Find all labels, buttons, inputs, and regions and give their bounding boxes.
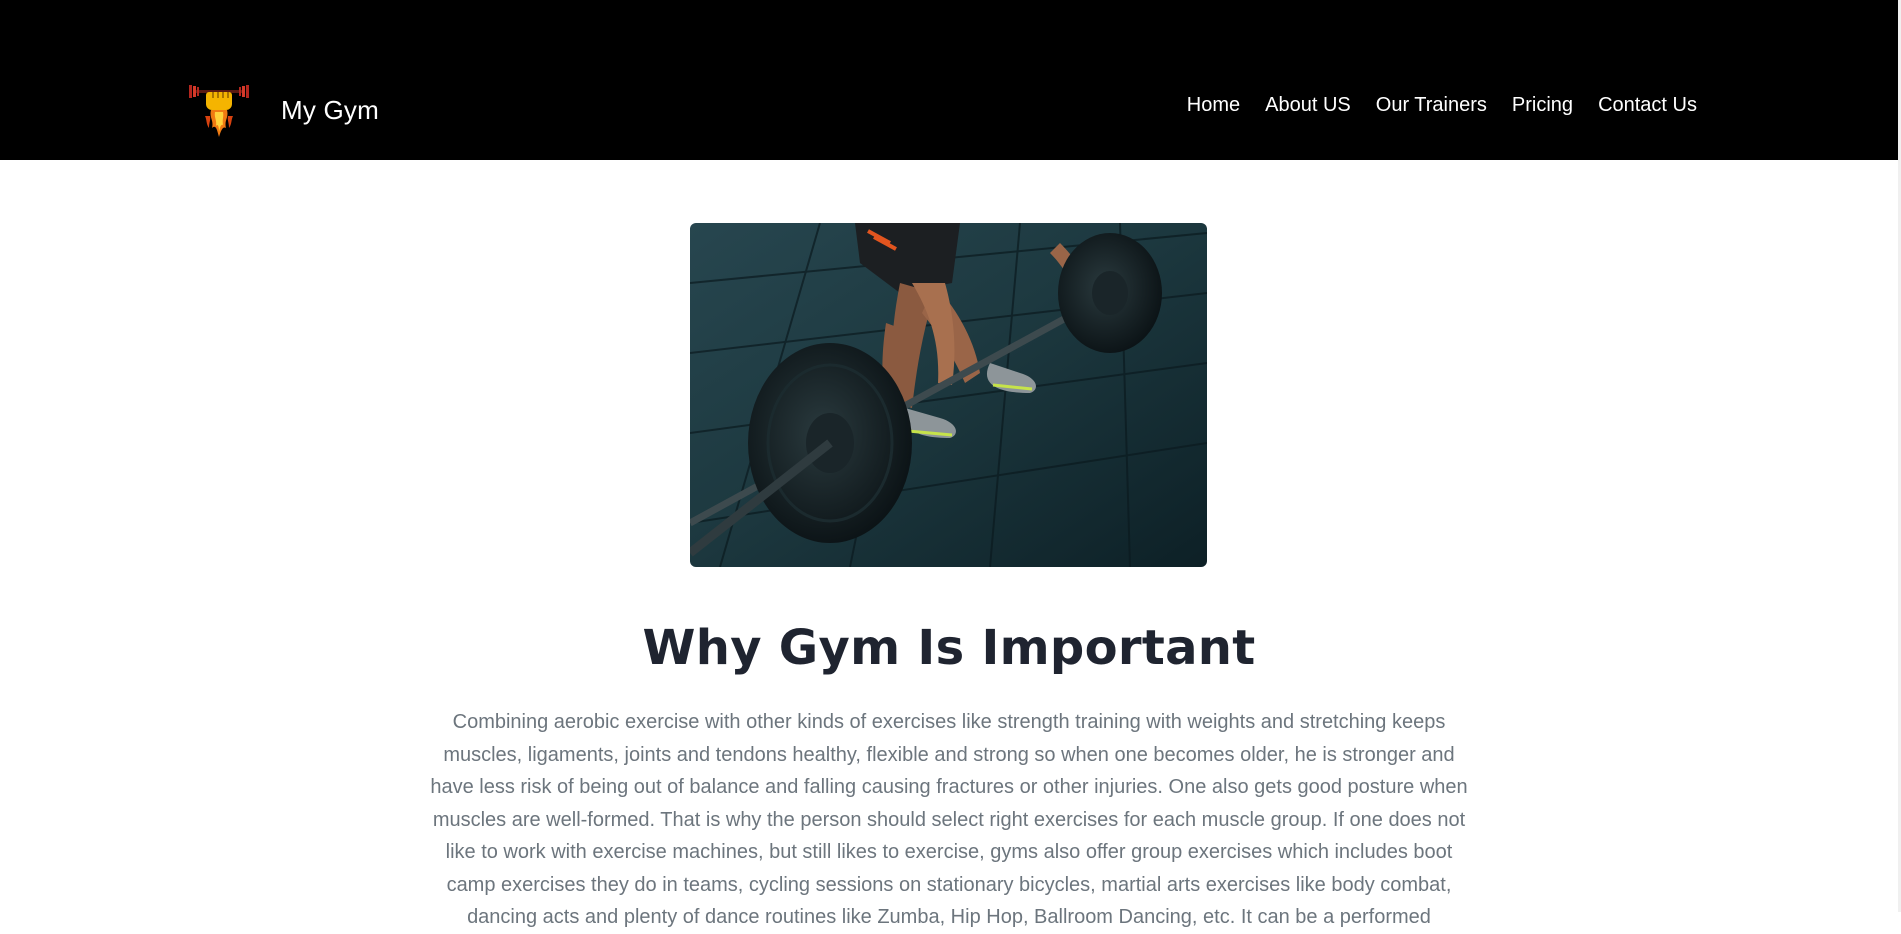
main-navigation: Home About US Our Trainers Pricing Conta… xyxy=(1174,90,1697,120)
top-navbar: My Gym Home About US Our Trainers Pricin… xyxy=(0,0,1898,160)
nav-link-home[interactable]: Home xyxy=(1174,90,1252,120)
brand-link[interactable]: My Gym xyxy=(187,82,379,138)
nav-link-contact-us[interactable]: Contact Us xyxy=(1586,90,1697,120)
nav-link-our-trainers[interactable]: Our Trainers xyxy=(1363,90,1499,120)
nav-link-pricing[interactable]: Pricing xyxy=(1499,90,1585,120)
brand-name: My Gym xyxy=(281,94,379,125)
section-title: Why Gym Is Important xyxy=(642,620,1256,676)
section-body-text: Combining aerobic exercise with other ki… xyxy=(430,711,1468,928)
nav-link-about-us[interactable]: About US xyxy=(1253,90,1364,120)
deadlift-barbell-photo xyxy=(690,223,1207,567)
flaming-fist-barbell-icon xyxy=(189,85,249,137)
